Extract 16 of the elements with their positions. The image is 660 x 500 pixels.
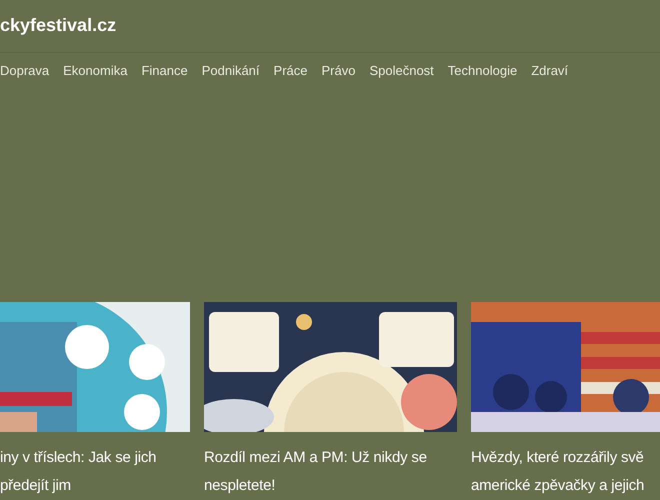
article-title[interactable]: nespletete! xyxy=(204,472,276,500)
nav-link[interactable]: Právo xyxy=(322,60,356,80)
article-title[interactable]: předejít jim xyxy=(0,472,71,500)
article-title[interactable]: americké zpěvačky a jejich xyxy=(471,472,644,500)
nav-link[interactable]: Společnost xyxy=(369,60,434,80)
nav-link[interactable]: Technologie xyxy=(448,60,518,80)
nav-link[interactable]: Zdraví xyxy=(531,60,568,80)
nav-link[interactable]: Ekonomika xyxy=(63,60,128,80)
article-title[interactable]: iny v tříslech: Jak se jich xyxy=(0,444,156,472)
article-title[interactable]: Rozdíl mezi AM a PM: Už nikdy se xyxy=(204,444,427,472)
site-logo[interactable]: ckyfestival.cz xyxy=(0,12,116,40)
nav-link[interactable]: Finance xyxy=(141,60,188,80)
nav-link[interactable]: Podnikání xyxy=(202,60,260,80)
nav-link[interactable]: Práce xyxy=(274,60,308,80)
article-title[interactable]: Hvězdy, které rozzářily svě xyxy=(471,444,644,472)
nav-link[interactable]: Doprava xyxy=(0,60,50,80)
